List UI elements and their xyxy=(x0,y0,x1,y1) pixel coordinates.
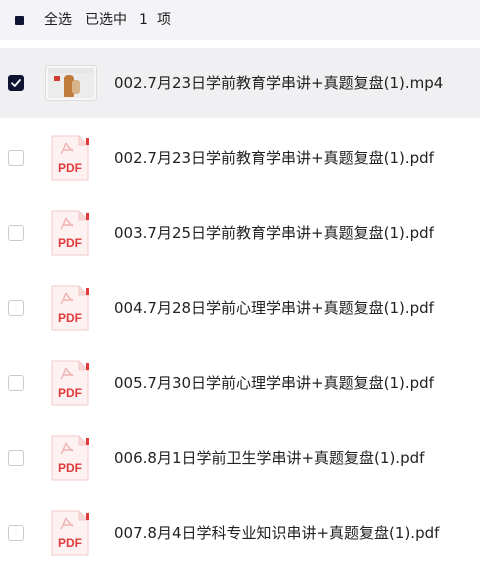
video-thumbnail xyxy=(45,65,97,101)
file-name[interactable]: 004.7月28日学前心理学串讲+真题复盘(1).pdf xyxy=(114,298,434,318)
file-checkbox[interactable] xyxy=(8,525,24,541)
file-name[interactable]: 002.7月23日学前教育学串讲+真题复盘(1).pdf xyxy=(114,148,434,168)
selected-prefix: 已选中 xyxy=(85,12,127,28)
file-name[interactable]: 006.8月1日学前卫生学串讲+真题复盘(1).pdf xyxy=(114,448,424,468)
selection-toolbar: 全选 已选中 1 项 xyxy=(0,0,480,40)
pdf-file-icon: PDF xyxy=(51,360,89,406)
svg-text:PDF: PDF xyxy=(58,461,82,475)
file-row[interactable]: PDF 005.7月30日学前心理学串讲+真题复盘(1).pdf xyxy=(0,348,480,418)
pdf-file-icon: PDF xyxy=(51,510,89,556)
pdf-file-icon: PDF xyxy=(51,285,89,331)
file-name[interactable]: 003.7月25日学前教育学串讲+真题复盘(1).pdf xyxy=(114,223,434,243)
selected-count: 1 xyxy=(139,12,148,28)
pdf-file-icon: PDF xyxy=(51,135,89,181)
file-row[interactable]: PDF 007.8月4日学科专业知识串讲+真题复盘(1).pdf xyxy=(0,498,480,568)
file-row[interactable]: PDF 006.8月1日学前卫生学串讲+真题复盘(1).pdf xyxy=(0,423,480,493)
file-checkbox[interactable] xyxy=(8,375,24,391)
select-all-checkbox[interactable] xyxy=(12,13,26,27)
file-checkbox[interactable] xyxy=(8,225,24,241)
check-icon xyxy=(11,79,21,87)
svg-text:PDF: PDF xyxy=(58,386,82,400)
file-row[interactable]: PDF 002.7月23日学前教育学串讲+真题复盘(1).pdf xyxy=(0,123,480,193)
svg-text:PDF: PDF xyxy=(58,536,82,550)
file-name[interactable]: 002.7月23日学前教育学串讲+真题复盘(1).mp4 xyxy=(114,73,443,93)
file-row[interactable]: 002.7月23日学前教育学串讲+真题复盘(1).mp4 xyxy=(0,48,480,118)
svg-text:PDF: PDF xyxy=(58,236,82,250)
pdf-file-icon: PDF xyxy=(51,435,89,481)
pdf-file-icon: PDF xyxy=(51,210,89,256)
svg-text:PDF: PDF xyxy=(58,161,82,175)
file-row[interactable]: PDF 004.7月28日学前心理学串讲+真题复盘(1).pdf xyxy=(0,273,480,343)
select-all-label[interactable]: 全选 xyxy=(44,11,72,29)
selected-suffix: 项 xyxy=(157,12,171,28)
partial-select-indicator xyxy=(14,15,24,25)
file-list-page: 全选 已选中 1 项 002.7月23日学前教育学串讲+真题复盘(1).mp4 … xyxy=(0,0,480,570)
file-name[interactable]: 007.8月4日学科专业知识串讲+真题复盘(1).pdf xyxy=(114,523,439,543)
file-checkbox[interactable] xyxy=(8,300,24,316)
file-row[interactable]: PDF 003.7月25日学前教育学串讲+真题复盘(1).pdf xyxy=(0,198,480,268)
svg-text:PDF: PDF xyxy=(58,311,82,325)
file-checkbox[interactable] xyxy=(8,150,24,166)
file-name[interactable]: 005.7月30日学前心理学串讲+真题复盘(1).pdf xyxy=(114,373,434,393)
file-checkbox[interactable] xyxy=(8,75,24,91)
file-checkbox[interactable] xyxy=(8,450,24,466)
